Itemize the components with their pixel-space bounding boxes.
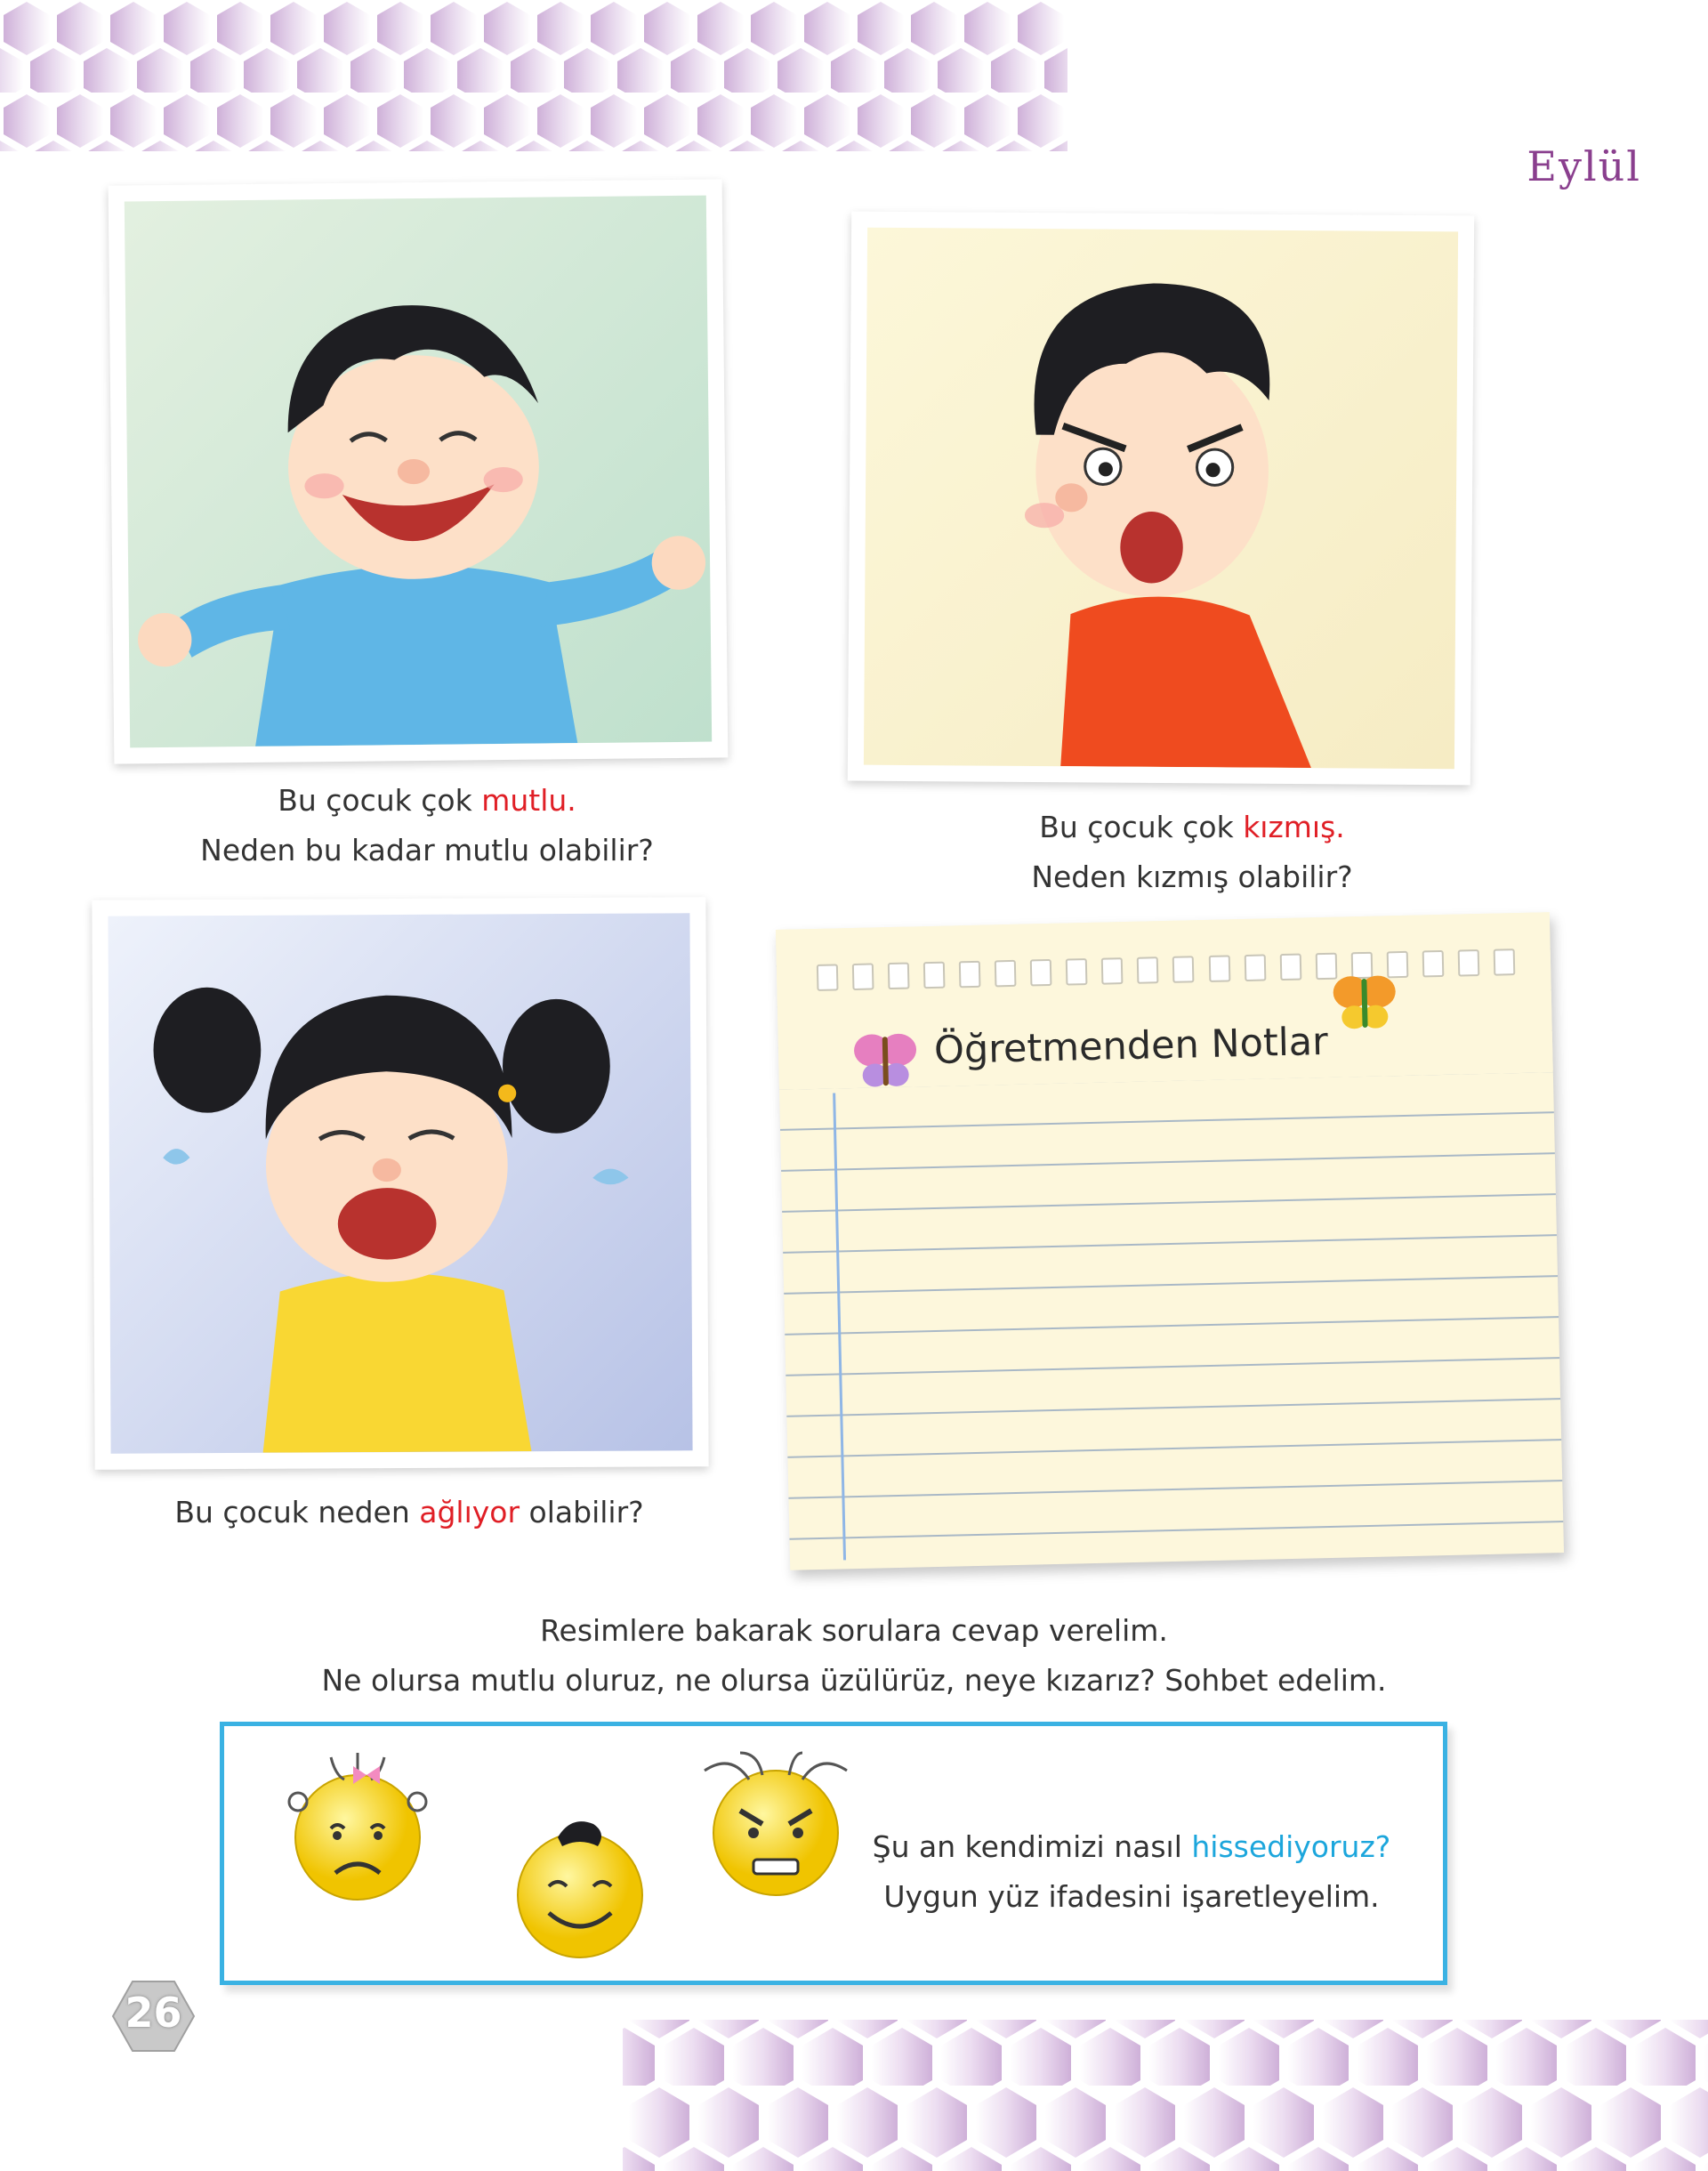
emotion-word-happy: mutlu.	[481, 783, 576, 818]
happy-boy-illustration	[138, 305, 706, 747]
angry-boy-photo	[847, 211, 1475, 786]
caption-text: Bu çocuk çok	[1039, 810, 1244, 844]
discussion-instructions: Resimlere bakarak sorulara cevap verelim…	[0, 1606, 1708, 1706]
caption-question: Neden kızmış olabilir?	[1031, 860, 1353, 894]
mood-question-highlight: hissediyoruz?	[1191, 1829, 1391, 1864]
caption-text: Bu çocuk çok	[278, 783, 482, 818]
pink-butterfly-icon	[854, 1033, 917, 1087]
teacher-notes-pad: Öğretmenden Notlar	[775, 912, 1565, 1570]
instruction-line-1: Resimlere bakarak sorulara cevap verelim…	[540, 1613, 1168, 1648]
crying-girl-illustration	[153, 987, 629, 1453]
emotion-word-angry: kızmış.	[1243, 810, 1345, 844]
angry-caption: Bu çocuk çok kızmış. Neden kızmış olabil…	[890, 803, 1494, 902]
angry-boy-illustration	[1024, 283, 1311, 769]
sad-face-icon[interactable]	[282, 1739, 433, 1909]
happy-boy-photo	[108, 179, 729, 764]
angry-face-icon[interactable]	[687, 1735, 865, 1904]
mood-selection-box: Şu an kendimizi nasıl hissediyoruz? Uygu…	[220, 1722, 1447, 1985]
crying-girl-photo	[92, 897, 709, 1470]
crying-caption: Bu çocuk neden ağlıyor olabilir?	[107, 1488, 712, 1537]
caption-text: Bu çocuk neden	[174, 1495, 420, 1529]
happy-caption: Bu çocuk çok mutlu. Neden bu kadar mutlu…	[125, 776, 729, 876]
emotion-word-crying: ağlıyor	[419, 1495, 520, 1529]
top-hexagon-pattern	[0, 0, 1068, 151]
notepad-title: Öğretmenden Notlar	[933, 1019, 1329, 1073]
mood-question: Şu an kendimizi nasıl hissediyoruz? Uygu…	[856, 1822, 1407, 1922]
mood-question-text: Şu an kendimizi nasıl	[872, 1829, 1192, 1864]
bottom-hexagon-pattern	[623, 2020, 1708, 2171]
mood-instruction: Uygun yüz ifadesini işaretleyelim.	[883, 1879, 1380, 1914]
caption-question: Neden bu kadar mutlu olabilir?	[200, 833, 654, 868]
happy-face-icon[interactable]	[509, 1811, 651, 1962]
month-label: Eylül	[1527, 142, 1641, 190]
instruction-line-2: Ne olursa mutlu oluruz, ne olursa üzülür…	[321, 1663, 1387, 1698]
caption-text-end: olabilir?	[520, 1495, 644, 1529]
orange-butterfly-icon	[1333, 975, 1396, 1029]
